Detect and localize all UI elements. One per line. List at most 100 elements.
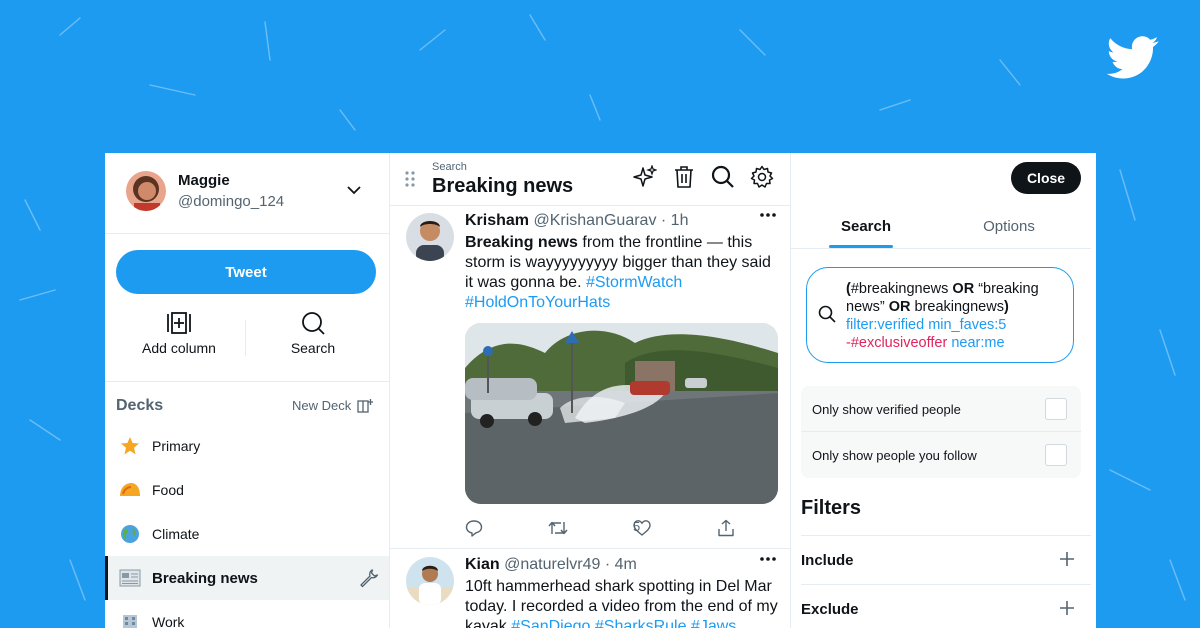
hashtag-links[interactable]: #SanDiego #SharksRule #Jaws (511, 618, 736, 628)
add-column-icon (167, 312, 191, 334)
tweet-text: Breaking news from the frontline — this … (465, 233, 780, 313)
tweet-text: 10ft hammerhead shark spotting in Del Ma… (465, 577, 780, 628)
query-paren: ) (1003, 299, 1009, 315)
search-query-text: (#breakingnews OR “breaking news” OR bre… (846, 280, 1068, 352)
include-filter-row[interactable]: Include (801, 535, 1091, 584)
deck-label: Breaking news (152, 569, 258, 587)
gear-icon[interactable] (750, 165, 774, 189)
search-column: Search Breaking news Krisham @KrishanGua… (390, 153, 791, 628)
new-deck-button[interactable]: New Deck (292, 398, 374, 413)
search-label: Search (290, 340, 336, 356)
query-filters: filter:verified min_faves:5 (846, 317, 1007, 333)
globe-icon (119, 523, 141, 545)
query-excluded-term: -#exclusiveoffer (846, 335, 948, 351)
tab-options[interactable]: Options (934, 204, 1084, 248)
account-switcher[interactable]: Maggie @domingo_124 (105, 153, 389, 234)
twitter-bird-icon (1106, 36, 1159, 79)
verified-only-option[interactable]: Only show verified people (801, 386, 1081, 432)
tweet-header: Krisham @KrishanGuarav · 1h (465, 212, 688, 230)
tab-search[interactable]: Search (791, 204, 941, 248)
author-name[interactable]: Krisham (465, 212, 529, 229)
plus-icon[interactable] (1059, 551, 1075, 567)
newspaper-icon (119, 567, 141, 589)
sidebar: Maggie @domingo_124 Tweet Add column Sea… (105, 153, 390, 628)
plus-icon[interactable] (1059, 600, 1075, 616)
share-icon[interactable] (717, 519, 735, 537)
column-header: Search Breaking news (390, 153, 790, 206)
new-deck-label: New Deck (292, 398, 352, 413)
query-operator: OR (952, 281, 975, 297)
chevron-down-icon[interactable] (345, 181, 363, 199)
like-count: 5 (633, 519, 641, 534)
deck-item-breaking-news[interactable]: Breaking news (105, 556, 389, 600)
author-handle: @naturelvr49 (504, 556, 601, 573)
search-icon (302, 312, 325, 335)
deck-item-climate[interactable]: Climate (105, 512, 389, 556)
search-button[interactable]: Search (248, 311, 378, 363)
query-operator: OR (888, 299, 911, 315)
tweet-bold-lead: Breaking news (465, 234, 578, 251)
column-actions (633, 165, 774, 189)
trash-icon[interactable] (672, 165, 696, 189)
deck-item-food[interactable]: Food (105, 468, 389, 512)
divider (105, 381, 389, 382)
filters-heading: Filters (801, 497, 862, 519)
drag-handle-icon[interactable] (405, 171, 415, 187)
avatar (126, 171, 166, 211)
deck-item-primary[interactable]: Primary (105, 424, 389, 468)
search-icon (818, 305, 836, 323)
panel-tabs: Search Options (791, 204, 1091, 249)
query-near: near:me (951, 335, 1005, 351)
search-options-panel: Close Search Options (#breakingnews OR “… (791, 153, 1096, 628)
like-button[interactable]: 5 (633, 519, 651, 537)
divider (245, 320, 246, 356)
reply-icon[interactable] (465, 519, 483, 537)
add-column-label: Add column (142, 340, 216, 356)
tweet[interactable]: Krisham @KrishanGuarav · 1h Breaking new… (390, 205, 790, 549)
close-button[interactable]: Close (1011, 162, 1081, 194)
tweet-time: · 1h (660, 212, 689, 229)
taco-icon (119, 479, 141, 501)
avatar[interactable] (406, 557, 454, 605)
more-icon[interactable] (760, 557, 776, 561)
deck-label: Work (152, 614, 185, 628)
checkbox-label: Only show people you follow (812, 447, 977, 463)
avatar[interactable] (406, 213, 454, 261)
add-column-button[interactable]: Add column (114, 311, 244, 363)
author-handle: @KrishanGuarav (533, 212, 657, 229)
profile-name: Maggie (178, 172, 230, 189)
checkbox[interactable] (1045, 398, 1067, 420)
column-type-label: Search (432, 161, 467, 173)
retweet-icon[interactable] (548, 519, 568, 537)
profile-handle: @domingo_124 (178, 193, 285, 210)
tweet[interactable]: Kian @naturelvr49 · 4m 10ft hammerhead s… (390, 549, 790, 628)
deck-item-work[interactable]: Work (105, 600, 389, 628)
deck-label: Climate (152, 526, 200, 542)
tweet-time: · 4m (604, 556, 637, 573)
query-term: breakingnews (910, 299, 1004, 315)
exclude-filter-row[interactable]: Exclude (801, 584, 1091, 628)
author-name[interactable]: Kian (465, 556, 500, 573)
filter-label: Include (801, 551, 854, 569)
wrench-icon[interactable] (359, 568, 379, 588)
filter-label: Exclude (801, 600, 859, 618)
column-title: Breaking news (432, 175, 574, 197)
search-query-input[interactable]: (#breakingnews OR “breaking news” OR bre… (806, 267, 1074, 363)
more-icon[interactable] (760, 213, 776, 217)
checkbox[interactable] (1045, 444, 1067, 466)
star-icon (119, 435, 141, 457)
tweet-header: Kian @naturelvr49 · 4m (465, 556, 637, 574)
building-icon (119, 611, 141, 628)
checkbox-label: Only show verified people (812, 401, 961, 417)
decks-heading: Decks (116, 397, 164, 414)
deck-label: Food (152, 482, 184, 498)
query-term: #breakingnews (850, 281, 953, 297)
sparkle-icon[interactable] (633, 165, 657, 189)
search-icon[interactable] (711, 165, 735, 189)
tweet-actions: 5 (465, 519, 765, 539)
tweetdeck-window: Maggie @domingo_124 Tweet Add column Sea… (105, 153, 1096, 628)
following-only-option[interactable]: Only show people you follow (801, 432, 1081, 478)
people-filters: Only show verified people Only show peop… (801, 386, 1081, 478)
tweet-media-photo[interactable] (465, 323, 778, 504)
tweet-button[interactable]: Tweet (116, 250, 376, 294)
